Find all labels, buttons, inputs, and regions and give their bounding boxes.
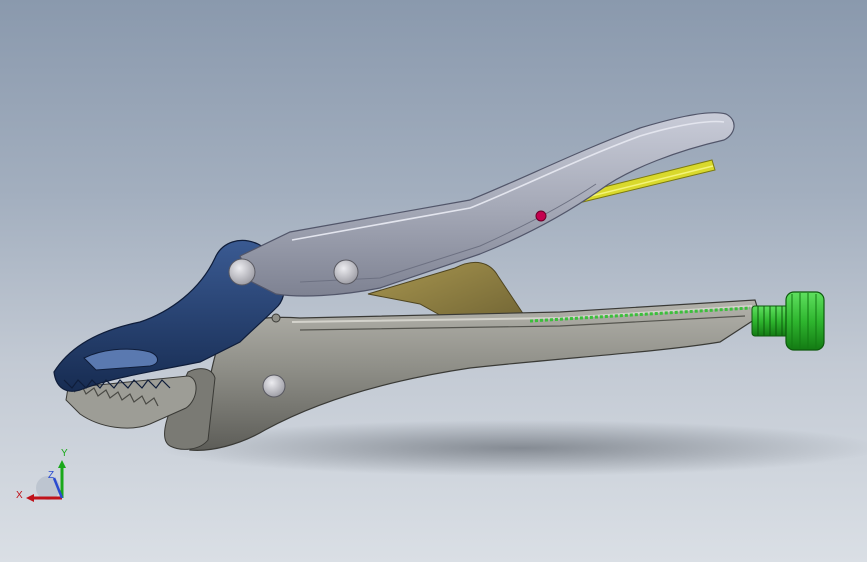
triad-y-label: Y xyxy=(61,448,68,459)
pivot-pin-handle xyxy=(333,259,359,285)
triad-x-label: X xyxy=(16,490,23,501)
small-rivet xyxy=(271,313,281,323)
triad-y-arrow xyxy=(58,460,66,468)
adjusting-screw[interactable] xyxy=(751,291,825,351)
marker-dot xyxy=(535,210,547,222)
pivot-pin-lower xyxy=(262,374,286,398)
graphics-area[interactable]: X Y Z xyxy=(0,0,867,562)
view-triad[interactable]: X Y Z xyxy=(14,444,74,508)
pliers-model[interactable] xyxy=(0,0,867,562)
pivot-pin-jaw xyxy=(228,258,256,286)
triad-z-label: Z xyxy=(48,470,54,481)
triad-x-arrow xyxy=(26,494,34,502)
